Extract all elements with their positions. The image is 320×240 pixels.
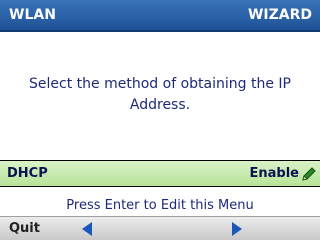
hint-text: Press Enter to Edit this Menu (66, 198, 254, 213)
wizard-title: WIZARD (247, 7, 312, 23)
quit-button[interactable]: Quit (9, 221, 40, 236)
softkey-bar: Quit (0, 216, 320, 240)
arrow-left-icon[interactable] (81, 221, 93, 237)
title-bar: WLAN WIZARD (0, 0, 320, 32)
option-value: Enable (249, 166, 300, 181)
arrow-right-icon[interactable] (231, 221, 243, 237)
dhcp-option-row[interactable]: DHCP Enable (0, 160, 320, 187)
option-label: DHCP (7, 166, 48, 181)
app-title: WLAN (9, 7, 56, 23)
prompt-text: Select the method of obtaining the IP Ad… (29, 76, 291, 113)
pencil-icon (302, 167, 316, 181)
